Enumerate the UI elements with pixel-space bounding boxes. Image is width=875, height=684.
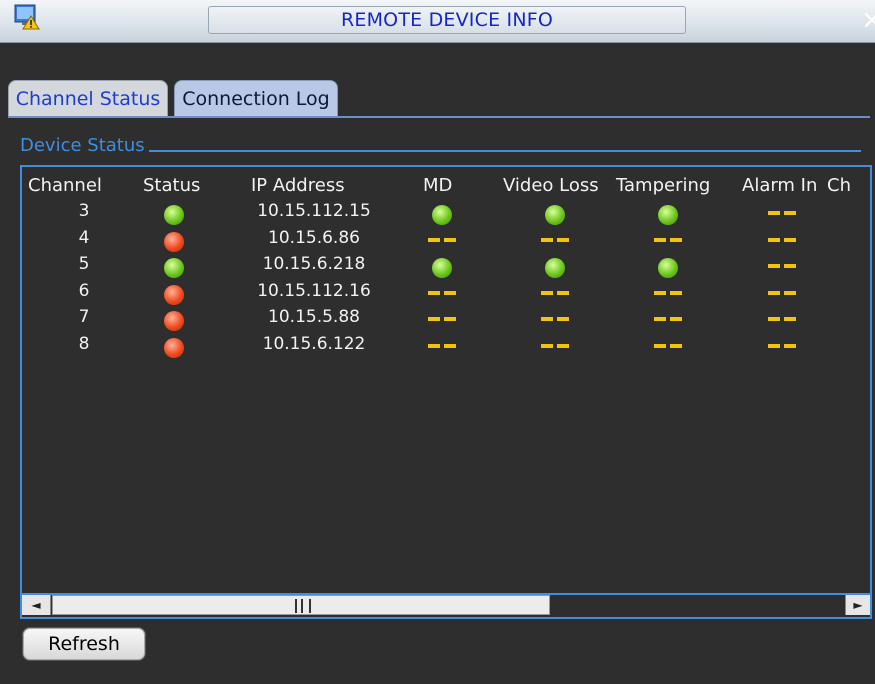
alarm-in-none-indicator [768, 211, 796, 215]
device-status-table[interactable]: Channel Status IP Address MD Video Loss … [20, 165, 872, 619]
md-none-indicator [428, 317, 456, 322]
column-header-status[interactable]: Status [143, 175, 200, 196]
ip-address: 10.15.112.16 [257, 280, 371, 301]
video-loss-online-indicator [545, 205, 565, 225]
section-divider [149, 150, 861, 152]
ip-address: 10.15.112.15 [257, 201, 371, 221]
column-header-tampering[interactable]: Tampering [616, 175, 710, 196]
tab-connection-log[interactable]: Connection Log [174, 80, 338, 117]
refresh-button[interactable]: Refresh [22, 627, 146, 661]
tampering-none-indicator [654, 290, 682, 295]
scrollbar-thumb[interactable] [52, 595, 550, 615]
ip-address: 10.15.6.218 [262, 254, 366, 275]
video-loss-none-indicator [541, 344, 569, 348]
scroll-right-arrow-icon[interactable]: ► [845, 595, 870, 615]
column-header-ip-address[interactable]: IP Address [251, 175, 345, 196]
alarm-in-none-indicator [768, 344, 796, 348]
alarm-in-none-indicator [768, 264, 796, 269]
tampering-none-indicator [654, 317, 682, 322]
grip-icon [295, 599, 311, 613]
monitor-warning-icon [14, 4, 40, 30]
video-loss-none-indicator [541, 237, 569, 242]
video-loss-none-indicator [541, 317, 569, 322]
channel-number: 7 [78, 307, 90, 328]
tampering-none-indicator [654, 344, 682, 348]
channel-number: 5 [78, 254, 90, 275]
scroll-left-arrow-icon[interactable]: ◄ [22, 595, 51, 615]
channel-number: 3 [78, 201, 90, 221]
md-online-indicator [432, 205, 452, 225]
remote-device-info-window: REMOTE DEVICE INFO × Channel Status Conn… [0, 0, 875, 684]
ip-address: 10.15.5.88 [268, 307, 360, 328]
close-icon[interactable]: × [861, 6, 875, 34]
alarm-in-none-indicator [768, 237, 796, 242]
title-bar: REMOTE DEVICE INFO × [0, 0, 875, 43]
channel-number: 8 [78, 334, 90, 354]
column-header-alarm-in[interactable]: Alarm In [742, 175, 817, 196]
status-online-indicator [164, 205, 184, 225]
status-offline-indicator [164, 284, 184, 305]
video-loss-online-indicator [545, 258, 565, 279]
md-online-indicator [432, 258, 452, 279]
channel-number: 6 [78, 280, 90, 301]
tampering-online-indicator [658, 258, 678, 279]
tampering-online-indicator [658, 205, 678, 225]
tampering-none-indicator [654, 237, 682, 242]
column-header-md[interactable]: MD [423, 175, 452, 196]
md-none-indicator [428, 290, 456, 295]
status-offline-indicator [164, 231, 184, 252]
column-header-video-loss[interactable]: Video Loss [503, 175, 599, 196]
column-header-channel[interactable]: Channel [28, 175, 102, 196]
alarm-in-none-indicator [768, 290, 796, 295]
md-none-indicator [428, 344, 456, 348]
section-label-device-status: Device Status [20, 135, 145, 156]
status-offline-indicator [164, 311, 184, 332]
tab-channel-status[interactable]: Channel Status [8, 80, 168, 117]
window-title: REMOTE DEVICE INFO [208, 6, 686, 34]
alarm-in-none-indicator [768, 317, 796, 322]
video-loss-none-indicator [541, 290, 569, 295]
column-header-ch[interactable]: Ch [827, 175, 851, 196]
status-offline-indicator [164, 338, 184, 358]
ip-address: 10.15.6.122 [262, 334, 366, 354]
status-online-indicator [164, 258, 184, 279]
horizontal-scrollbar[interactable]: ◄ ► [22, 593, 870, 617]
channel-number: 4 [78, 227, 90, 248]
md-none-indicator [428, 237, 456, 242]
ip-address: 10.15.6.86 [268, 227, 360, 248]
